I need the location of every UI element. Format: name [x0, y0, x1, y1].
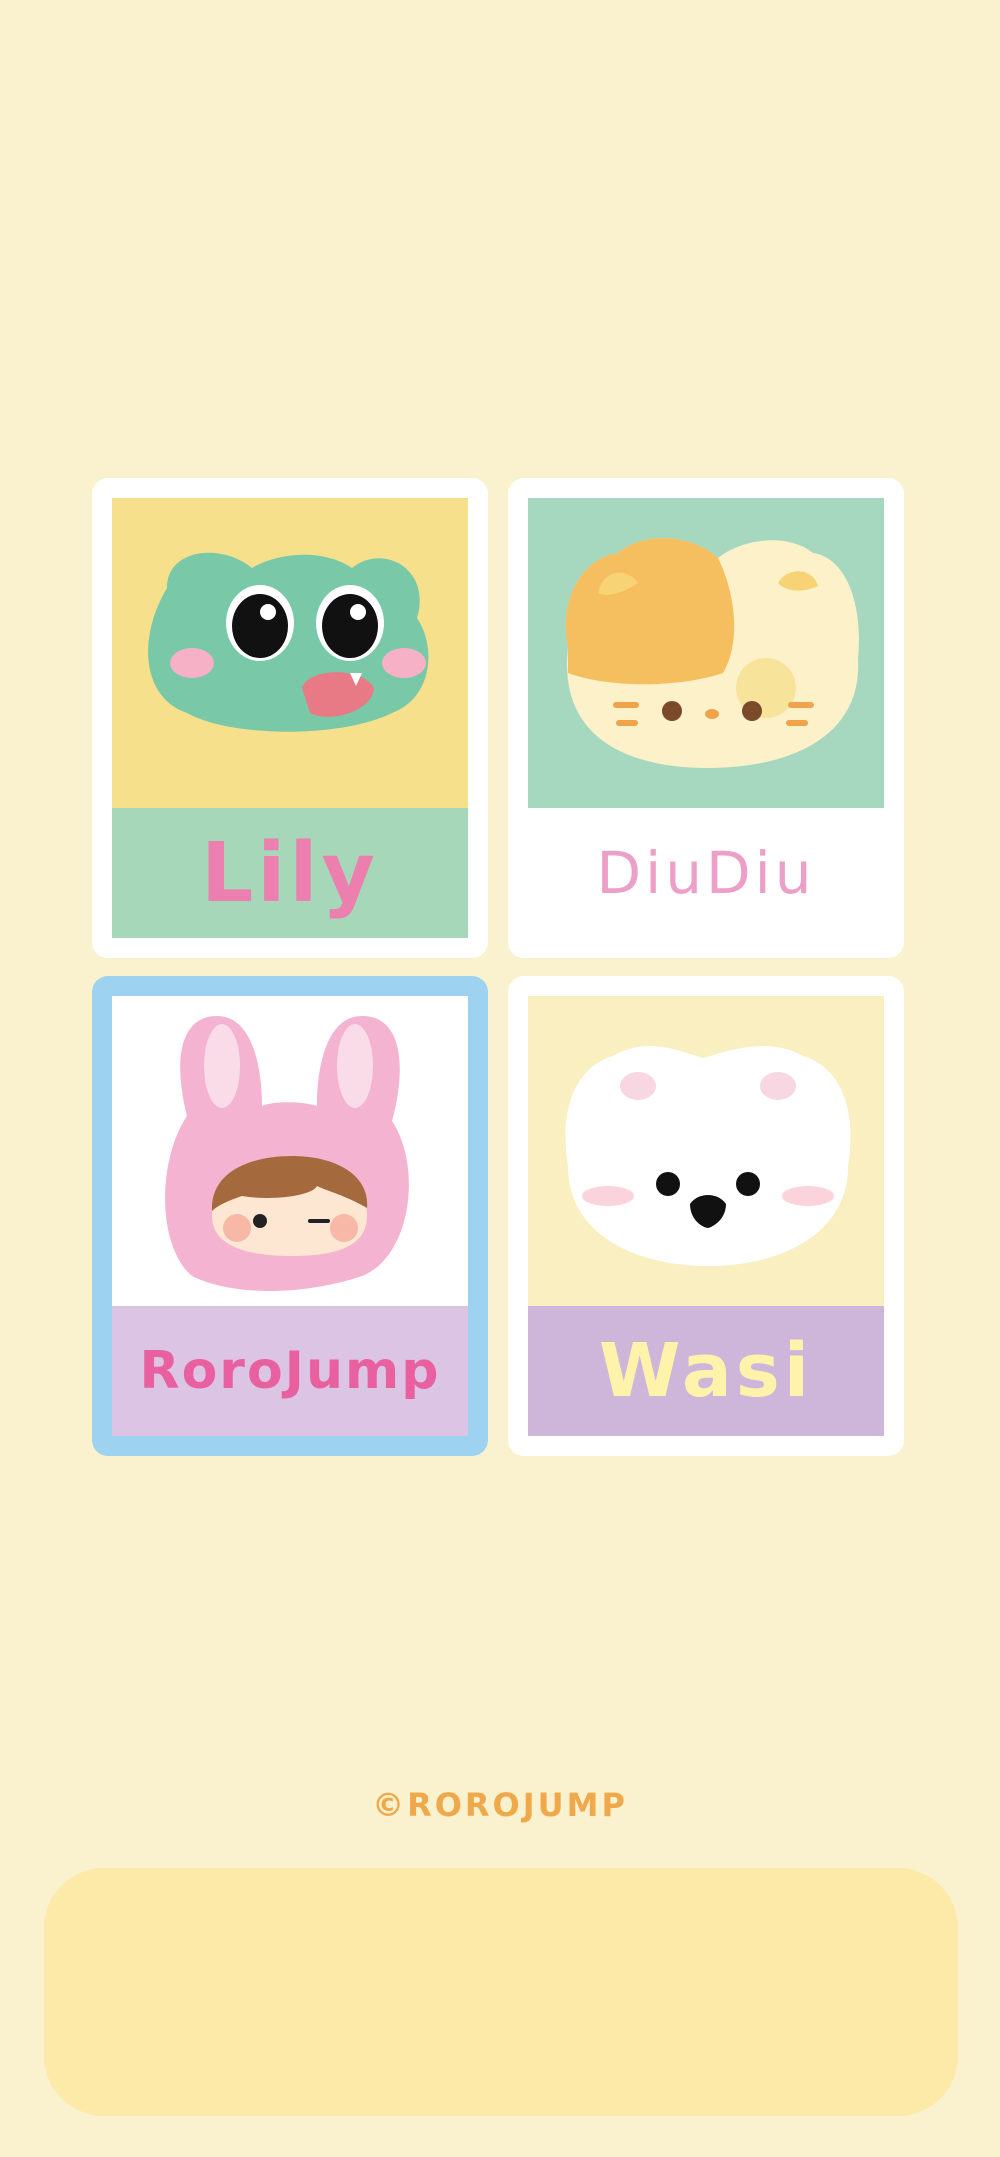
- cat-face-icon: [565, 538, 859, 768]
- sticker-label-diudiu: DiuDiu: [528, 808, 884, 938]
- sticker-art-lily: [112, 498, 468, 808]
- sticker-grid: Lily DiuDiu RoroJump Wasi: [92, 478, 906, 1456]
- dock-panel: [44, 1868, 958, 2116]
- bunny-hood-child-icon: [165, 1016, 409, 1291]
- sticker-art-wasi: [528, 996, 884, 1306]
- sticker-label-wasi: Wasi: [528, 1306, 884, 1436]
- sticker-art-rorojump: [112, 996, 468, 1306]
- sticker-name-wasi: Wasi: [598, 1328, 814, 1414]
- sticker-card-rorojump[interactable]: RoroJump: [92, 976, 488, 1456]
- white-bear-face-icon: [565, 1045, 851, 1266]
- copyright-text: ©ROROJUMP: [372, 1786, 628, 1824]
- sticker-card-lily[interactable]: Lily: [92, 478, 488, 958]
- sticker-label-lily: Lily: [112, 808, 468, 938]
- sticker-label-rorojump: RoroJump: [112, 1306, 468, 1436]
- sticker-name-diudiu: DiuDiu: [596, 839, 816, 907]
- sticker-card-diudiu[interactable]: DiuDiu: [508, 478, 904, 958]
- sticker-card-wasi[interactable]: Wasi: [508, 976, 904, 1456]
- sticker-art-diudiu: [528, 498, 884, 808]
- frog-face-icon: [148, 552, 429, 732]
- sticker-name-lily: Lily: [201, 825, 379, 921]
- sticker-name-rorojump: RoroJump: [139, 1341, 441, 1401]
